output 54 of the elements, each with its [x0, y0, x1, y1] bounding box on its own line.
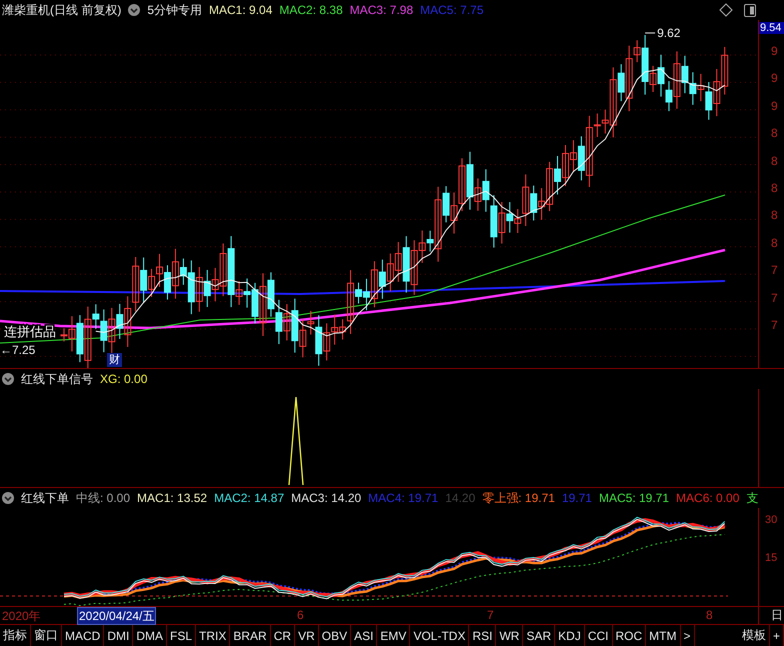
- axis-tick-label: 9: [771, 44, 779, 58]
- dropdown-icon[interactable]: [2, 373, 14, 385]
- date-label: 2020年: [2, 608, 41, 625]
- date-label: 6: [297, 608, 304, 622]
- period-label: 日: [770, 607, 783, 624]
- indicator-value: MAC3: 7.98: [350, 3, 414, 17]
- axis-tick-label: 30: [765, 514, 778, 526]
- indicator-title: 红线下单: [21, 490, 69, 506]
- indicator-value: MAC6: 0.00: [676, 491, 740, 505]
- axis-tick-label: 7: [771, 290, 779, 305]
- indicator-value: 14.20: [445, 491, 476, 505]
- event-badge[interactable]: 财: [107, 353, 122, 367]
- axis-tick-label: 8: [771, 180, 779, 195]
- indicator-value: 支: [746, 490, 758, 506]
- indicator-value: MAC3: 14.20: [291, 491, 362, 505]
- axis-tick-label: 7: [771, 263, 779, 278]
- dropdown-icon[interactable]: [2, 492, 14, 504]
- axis-tick-label: 7: [771, 318, 779, 332]
- axis-tick-label: 15: [765, 552, 778, 564]
- indicator-value: MAC5: 19.71: [598, 491, 670, 505]
- date-label: 8: [706, 608, 713, 622]
- cursor-date-label: 2020/04/24/五: [77, 607, 156, 625]
- leader-line: [644, 32, 656, 34]
- axis-tick-label: 9: [771, 98, 779, 113]
- indicator-value: XG: 0.00: [100, 372, 148, 386]
- indicator-value: MAC2: 8.38: [279, 3, 343, 17]
- indicator-value: 零上强: 19.71: [482, 490, 555, 506]
- indicator-value: MAC4: 19.71: [368, 491, 438, 505]
- chart-annotation: 连拼估品: [4, 324, 56, 339]
- high-price-label: 9.62: [657, 26, 680, 40]
- indicator-title: 红线下单信号: [21, 370, 93, 388]
- indicator-value: 中线: 0.00: [76, 490, 130, 506]
- indicator-value: MAC1: 9.04: [209, 3, 272, 17]
- axis-tick-label: 8: [771, 236, 779, 250]
- indicator-value: MAC1: 13.52: [137, 491, 208, 505]
- formula-name[interactable]: 5分钟专用: [147, 2, 202, 18]
- axis-tick-label: 9: [771, 71, 779, 86]
- indicator-value: MAC2: 14.87: [214, 491, 284, 505]
- low-price-label: ←7.25: [0, 343, 36, 357]
- indicator-tab[interactable]: ASI: [351, 625, 378, 646]
- dropdown-icon[interactable]: [128, 4, 140, 16]
- axis-tick-label: 8: [771, 126, 779, 140]
- toolbar-tab[interactable]: 指标: [0, 625, 31, 646]
- indicator-tab[interactable]: TRIX: [196, 625, 230, 646]
- indicator-value: MAC5: 7.75: [420, 3, 484, 17]
- indicator-value: 19.71: [562, 491, 592, 505]
- indicator-tab[interactable]: VR: [295, 625, 319, 646]
- date-label: 7: [487, 608, 494, 622]
- stock-title: 潍柴重机(日线 前复权): [2, 2, 122, 18]
- current-price-label: 9.54: [759, 22, 784, 34]
- diamond-icon[interactable]: [719, 3, 733, 17]
- panel-toggle-icon[interactable]: [744, 4, 756, 16]
- axis-tick-label: 8: [771, 154, 779, 168]
- axis-tick-label: 8: [771, 208, 779, 222]
